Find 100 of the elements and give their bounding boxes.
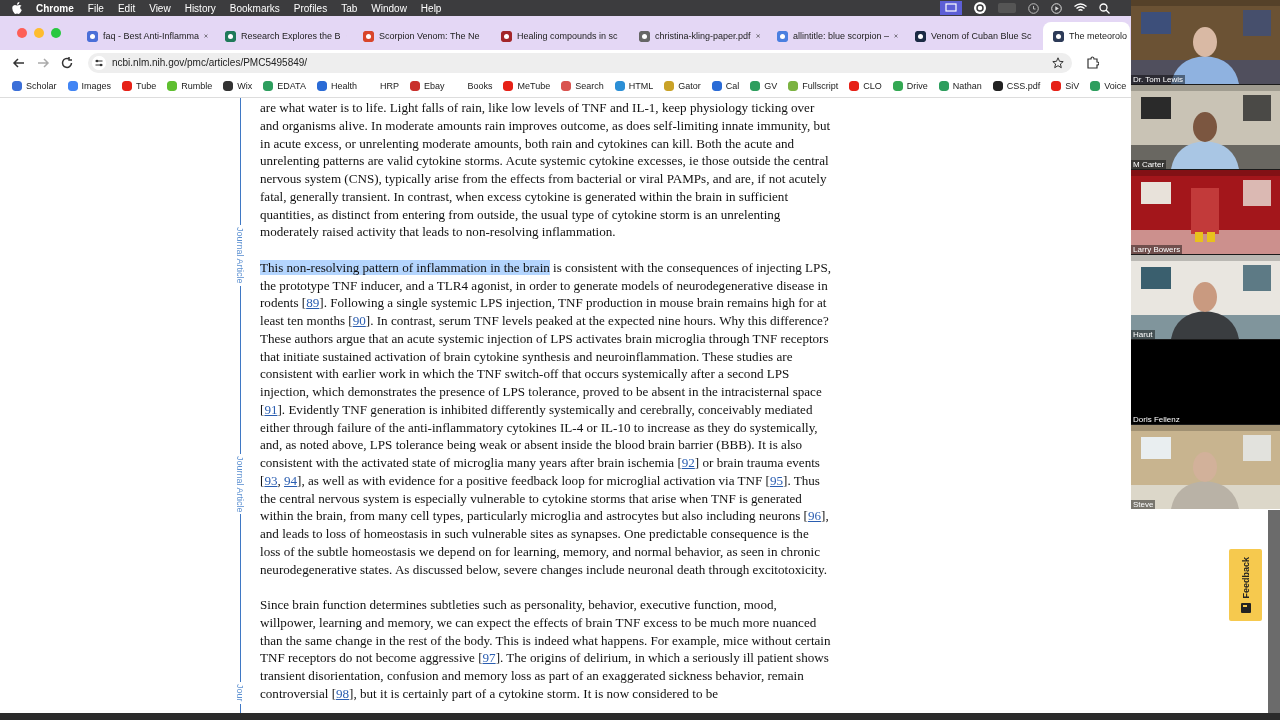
reference-link[interactable]: 94 [284, 472, 298, 488]
browser-tab[interactable]: Healing compounds in sc [491, 22, 629, 50]
reference-link[interactable]: 97 [482, 650, 496, 666]
reference-link[interactable]: 96 [808, 508, 822, 524]
play-icon[interactable] [1051, 2, 1062, 14]
clock-icon[interactable] [1028, 2, 1039, 14]
menu-item[interactable]: Bookmarks [229, 2, 280, 14]
bookmark[interactable]: Wix [237, 81, 253, 91]
participant-name: Doris Fellenz [1131, 415, 1182, 424]
site-icon [915, 30, 926, 42]
bookmark-icon [167, 81, 178, 91]
bookmark[interactable]: CLO [863, 81, 882, 91]
site-icon [639, 30, 650, 42]
forward-icon[interactable] [36, 55, 50, 70]
bookmark-icon [938, 81, 949, 91]
site-icon [1053, 30, 1064, 42]
bookmark-icon [750, 81, 761, 91]
bookmark[interactable]: Health [330, 81, 357, 91]
article-paragraph: Since brain function determines subtleties such as personality, behavior, executive function, mood, willpower, learning and memory, we can expect the effects of brain TNF excess to be much more nuanced than the same change in the rest of the body. This is indeed what happens. For example, mice without certain TNF receptors do not become aggressive [97]. The origins of delirium, in which a seriously ill patient shows transient disorientation, confusion and memory loss as part of an exaggerated sickness behavior, remain controversial [98], but it is certainly part of a cytokine storm. It is now considered to be [260, 596, 832, 703]
journal-article-label: Jour [235, 682, 245, 704]
bookmark[interactable]: Nathan [952, 81, 982, 91]
bookmark[interactable]: GV [764, 81, 778, 91]
bookmark[interactable]: CSS.pdf [1006, 81, 1041, 91]
site-icon [501, 30, 512, 42]
bookmark-icon [892, 81, 903, 91]
participant-name: Harut [1131, 330, 1155, 339]
bookmark-icon [788, 81, 799, 91]
bookmark-icon [409, 81, 420, 91]
extensions-icon[interactable] [1086, 56, 1099, 69]
bookmark[interactable]: Images [81, 81, 112, 91]
menu-item[interactable]: Chrome [36, 2, 74, 14]
menu-item[interactable]: View [149, 2, 171, 14]
participant-name: Dr. Tom Lewis [1131, 75, 1186, 84]
browser-tab[interactable]: The meteorolo [1043, 22, 1130, 50]
reference-link[interactable]: 95 [769, 472, 783, 488]
browser-tab[interactable]: faq - Best Anti-Inflamma [77, 22, 215, 50]
bookmark[interactable]: Fullscript [802, 81, 839, 91]
apple-logo-icon[interactable] [12, 2, 22, 14]
participant-name: M Carter [1131, 160, 1167, 169]
search-icon[interactable] [1099, 2, 1110, 14]
feedback-button[interactable]: Feedback [1229, 549, 1262, 621]
bookmark[interactable]: HTML [628, 81, 654, 91]
reference-link[interactable]: 91 [264, 401, 278, 417]
site-icon [363, 30, 374, 42]
bookmark-icon [316, 81, 327, 91]
browser-tab[interactable]: christina-kling-paper.pdf [629, 22, 767, 50]
back-icon[interactable] [12, 55, 26, 70]
bookmark[interactable]: Books [467, 81, 493, 91]
bookmark[interactable]: Cal [725, 81, 740, 91]
screen-share-icon[interactable] [940, 1, 962, 15]
menu-item[interactable]: History [184, 2, 216, 14]
menu-item[interactable]: Help [420, 2, 442, 14]
reference-link[interactable]: 92 [681, 455, 695, 470]
journal-article-label: Journal Article [235, 225, 245, 286]
menu-item[interactable]: Edit [117, 2, 136, 14]
bookmark[interactable]: HRP [379, 81, 399, 91]
bookmark[interactable]: Rumble [181, 81, 213, 91]
bookmark-icon [122, 81, 133, 91]
menu-item[interactable]: Profiles [293, 2, 328, 14]
bookmark[interactable]: Tube [136, 81, 157, 91]
site-icon [87, 30, 98, 42]
g-circle-icon[interactable] [974, 2, 986, 14]
bookmark-star-icon[interactable] [1052, 56, 1064, 69]
browser-tab[interactable]: Research Explores the B [215, 22, 353, 50]
bookmark-icon [664, 81, 675, 91]
article-paragraph: This non-resolving pattern of inflammation in the brain is consistent with the consequences of injecting LPS, the prototype TNF inducer, and a TLR4 agonist, in order to generate models of neurodegenerative disease in rodents [89]. Following a single systemic LPS injection, TNF production in mouse brain remains high for at least ten months [90]. In contrast, serum TNF levels peaked at the expected nine hours. Why this difference? These authors argue that an acute systemic injection of LPS activates brain microglia through TNF receptors that initiate sustained activation of brain cytokine synthesis and neuroinflammation. These studies are consistent with earlier work in which the TNF switch-off that occurs systemically after a second LPS injection, which demonstrates the presence of LPS tolerance, proved to be absent in the intracisternal space [91]. Evidently TNF generation is inhibited differently systemically and cerebrally, conceivably mediated either through failure of the anti-inflammatory cytokines IL-4 or IL-10 to increase as they do systemically, and, as noted above, LPS tolerance being weak or absent inside the blood brain barrier (BBB). It is also consistent with the activated state of microglia many years after brain ischemia [92] or brain trauma events [93, 94], as well as with evidence for a positive feedback loop for microglial activation via TNF [95]. Thus the central nervous system is especially vulnerable to cytokine storms that arise when TNF is generated within the brain, from many cell types, particularly microglia and astrocytes but also including neurons [96], and leads to loss of homeostasis in such vulnerable sites as synapses. One predictable consequence is the loss of the subtle homeostasis we depend on for learning, memory, and normal behavior, as seen in chronic neurodegenerative states. As discussed below, severe changes include neuronal death through excitotoxicity. [260, 258, 832, 579]
wifi-icon[interactable] [1074, 3, 1087, 13]
bookmark-icon [223, 81, 234, 91]
reference-link[interactable]: 89 [306, 295, 320, 311]
browser-tab[interactable]: allintitle: blue scorpion – [767, 22, 905, 50]
close-icon[interactable] [894, 32, 898, 40]
bookmark-icon [992, 81, 1003, 91]
bookmark[interactable]: EDATA [277, 81, 306, 91]
bookmark[interactable]: SiV [1065, 81, 1080, 91]
bookmark[interactable]: Gator [678, 81, 701, 91]
close-icon[interactable] [755, 32, 760, 40]
bookmark[interactable]: Scholar [26, 81, 57, 91]
menu-item[interactable]: File [87, 2, 104, 14]
bookmark-icon [711, 81, 722, 91]
bookmark-icon [849, 81, 860, 91]
menu-item[interactable]: Window [371, 2, 407, 14]
reference-link[interactable]: 90 [352, 313, 366, 328]
bookmark[interactable]: Search [575, 81, 604, 91]
journal-article-label: Journal Article [235, 453, 245, 515]
article-paragraph: are what water is to life. Light falls of rain, like low levels of TNF and IL-1, keep physiology ticking over and organisms alive. In moderate amounts rain improves outcome, as does self-limiting innate immunity, but in acute excess, or unrelenting moderate amounts, both rain and cytokines can kill. Both the acute and unrelenting patterns are valid cytokine storms. Acute systemic cytokine excesses, ie those outside the central nervous system (CNS), typically arise from the effects from bacterial or viral PAMPs, and are, if not acutely fatal, generally transient. In contrast, when excess cytokine is generated within the brain in sufficient quantities, as distinct from entering from outside, the usual type of cytokine storm is an unrelenting moderately raised activity that leads to non-resolving inflammation. [260, 99, 832, 241]
menu-item[interactable]: Tab [341, 2, 358, 14]
browser-tab[interactable]: Scorpion Venom: The Ne [353, 22, 491, 50]
bookmark[interactable]: Drive [906, 81, 928, 91]
feedback-icon [1240, 602, 1251, 613]
reload-icon[interactable] [60, 55, 74, 70]
bookmark-icon [614, 81, 625, 91]
scrollbar[interactable] [1268, 510, 1280, 713]
reference-link[interactable]: 98 [336, 685, 350, 701]
close-icon[interactable] [204, 32, 208, 40]
participant-name: Larry Bowers [1131, 245, 1183, 254]
address-bar[interactable]: ncbi.nlm.nih.gov/pmc/articles/PMC5495849/ [88, 52, 1072, 73]
bookmark[interactable]: Voice [1104, 81, 1127, 91]
bookmark[interactable]: MeTube [517, 81, 551, 91]
bookmark-icon [263, 81, 274, 91]
bookmark[interactable]: Ebay [423, 81, 445, 91]
